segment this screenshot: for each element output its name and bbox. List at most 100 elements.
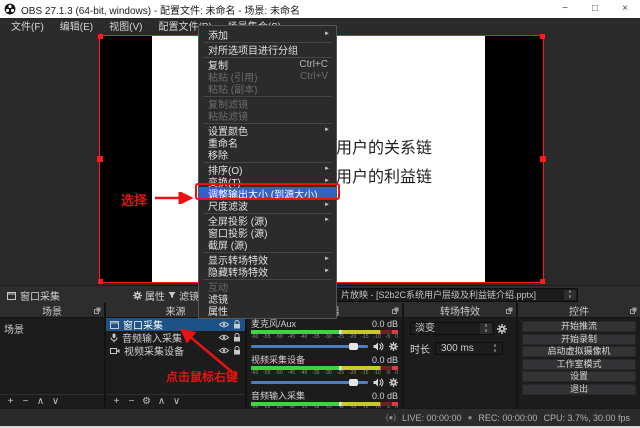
meter-tick-label: -5 xyxy=(386,370,390,376)
volume-slider-handle[interactable] xyxy=(349,343,358,350)
context-menu-item[interactable]: 隐藏转场特效 ► xyxy=(199,265,336,277)
maximize-button[interactable]: □ xyxy=(580,0,610,18)
transition-select[interactable]: 淡变 ∧∨ xyxy=(410,322,494,335)
mixer-channel: 视频采集设备 0.0 dB -60-55-50-45-40-35-30-25-2… xyxy=(251,355,398,391)
menu-bar-item[interactable]: 编辑(E) xyxy=(52,18,101,33)
meter-tick-label: -5 xyxy=(386,334,390,340)
dock-icon xyxy=(506,307,513,314)
scenes-toolbar-button[interactable]: − xyxy=(19,395,32,408)
gear-icon[interactable] xyxy=(389,378,398,387)
transform-handle[interactable] xyxy=(540,34,545,39)
volume-slider[interactable] xyxy=(251,381,368,384)
sources-toolbar-button[interactable]: ∧ xyxy=(155,395,168,408)
sources-toolbar-button[interactable]: + xyxy=(110,395,123,408)
meter-tick-label: -55 xyxy=(263,334,270,340)
spinner-icon[interactable]: ∧∨ xyxy=(489,343,501,354)
control-button[interactable]: 启动虚拟摄像机 xyxy=(522,346,636,357)
scenes-toolbar-button[interactable]: ∨ xyxy=(49,395,62,408)
context-menu-item[interactable]: 对所选项目进行分组 ► xyxy=(199,43,336,55)
context-menu-item[interactable]: 添加 ► xyxy=(199,28,336,40)
transform-handle[interactable] xyxy=(97,156,103,162)
submenu-arrow-icon: ► xyxy=(324,166,330,172)
transform-handle[interactable] xyxy=(98,279,103,284)
meter-tick-label: -30 xyxy=(325,370,332,376)
meter-tick-label: -60 xyxy=(251,334,258,340)
gear-icon[interactable] xyxy=(389,342,398,351)
annotation-arrow xyxy=(153,192,199,204)
scenes-panel: 场景 场景 +−∧∨ xyxy=(0,303,104,408)
sources-toolbar-button[interactable]: − xyxy=(125,395,138,408)
properties-button[interactable]: 属性 xyxy=(130,288,168,302)
context-menu-item[interactable]: 移除 ► xyxy=(199,148,336,160)
submenu-arrow-icon: ► xyxy=(324,217,330,223)
combobox-spinner-icon[interactable]: ∧∨ xyxy=(480,323,492,334)
sources-toolbar: +−⚙∧∨ xyxy=(106,394,245,408)
transition-gear-icon[interactable] xyxy=(497,324,507,334)
controls-panel: 控件 开始推流开始录制启动虚拟摄像机工作室模式设置退出 xyxy=(518,303,640,408)
meter-tick-label: -25 xyxy=(337,334,344,340)
transitions-body: 淡变 ∧∨ 时长 300 ms ∧∨ xyxy=(404,318,516,408)
transitions-panel: 转场特效 淡变 ∧∨ 时长 30 xyxy=(404,303,516,408)
meter-tick-label: -40 xyxy=(300,334,307,340)
channel-db-value: 0.0 dB xyxy=(372,391,398,401)
gear-icon xyxy=(133,291,142,300)
context-menu-item[interactable]: 粘贴滤镜 ► xyxy=(199,109,336,121)
duration-label: 时长 xyxy=(410,341,430,356)
transform-handle[interactable] xyxy=(98,34,103,39)
submenu-arrow-icon: ► xyxy=(324,256,330,262)
volume-slider-handle[interactable] xyxy=(349,379,358,386)
meter-tick-label: -45 xyxy=(288,370,295,376)
meter-tick-label: -30 xyxy=(325,334,332,340)
obs-logo-icon xyxy=(4,3,16,15)
submenu-arrow-icon: ► xyxy=(324,202,330,208)
speaker-icon[interactable] xyxy=(373,378,384,387)
combobox-spinner-icon[interactable]: ∧∨ xyxy=(564,290,576,300)
dock-icon xyxy=(94,307,101,314)
transform-handle[interactable] xyxy=(540,156,546,162)
window-select-combobox[interactable]: 片放映 - [S2b2C系统用户层级及利益链介绍.pptx] ∧∨ xyxy=(300,288,578,302)
scenes-toolbar-button[interactable]: + xyxy=(4,395,17,408)
control-button[interactable]: 设置 xyxy=(522,371,636,382)
context-menu-item[interactable]: 属性 ► xyxy=(199,304,336,316)
volume-slider[interactable] xyxy=(251,345,368,348)
meter-tick-label: -15 xyxy=(361,334,368,340)
channel-db-value: 0.0 dB xyxy=(372,319,398,329)
mixer-channel: 麦克风/Aux 0.0 dB -60-55-50-45-40-35-30-25-… xyxy=(251,319,398,355)
scenes-panel-header: 场景 xyxy=(0,303,104,318)
duration-input[interactable]: 300 ms ∧∨ xyxy=(435,342,503,355)
annotation-arrow xyxy=(168,322,240,376)
meter-tick-label: -10 xyxy=(374,370,381,376)
scene-list-item[interactable]: 场景 xyxy=(0,318,104,339)
status-bar: (●) LIVE: 00:00:00 ● REC: 00:00:00 CPU: … xyxy=(0,408,640,426)
scenes-toolbar-button[interactable]: ∧ xyxy=(34,395,47,408)
control-button[interactable]: 开始推流 xyxy=(522,321,636,332)
menu-bar-item[interactable]: 文件(F) xyxy=(3,18,52,33)
meter-tick-label: -20 xyxy=(349,370,356,376)
shortcut-label: Ctrl+C xyxy=(299,59,328,70)
rec-timer: REC: 00:00:00 xyxy=(478,413,537,423)
window-capture-icon xyxy=(7,292,16,300)
meter-tick-label: -55 xyxy=(263,370,270,376)
context-menu-item[interactable]: 截屏 (源) ► xyxy=(199,238,336,250)
filter-icon xyxy=(168,291,176,299)
filters-button[interactable]: 滤镜 xyxy=(165,288,202,302)
control-button[interactable]: 退出 xyxy=(522,384,636,395)
control-button[interactable]: 开始录制 xyxy=(522,334,636,345)
transform-handle[interactable] xyxy=(540,279,545,284)
channel-name: 音频输入采集 xyxy=(251,391,305,401)
sources-toolbar-button[interactable]: ⚙ xyxy=(140,395,153,408)
sources-toolbar-button[interactable]: ∨ xyxy=(170,395,183,408)
context-menu-item[interactable]: 尺度滤波 ► xyxy=(199,199,336,211)
control-button[interactable]: 工作室模式 xyxy=(522,359,636,370)
minimize-button[interactable]: − xyxy=(550,0,580,18)
speaker-icon[interactable] xyxy=(373,342,384,351)
menu-bar-item[interactable]: 视图(V) xyxy=(101,18,150,33)
meter-tick-label: -35 xyxy=(312,334,319,340)
submenu-arrow-icon: ► xyxy=(324,268,330,274)
close-button[interactable]: × xyxy=(610,0,640,18)
channel-name: 视频采集设备 xyxy=(251,355,305,365)
rec-status-icon: ● xyxy=(468,413,473,422)
context-menu-item[interactable]: 粘贴 (副本) ► xyxy=(199,82,336,94)
dock-icon xyxy=(630,307,637,314)
slide-text-line: 用户的关系链 xyxy=(336,134,432,158)
